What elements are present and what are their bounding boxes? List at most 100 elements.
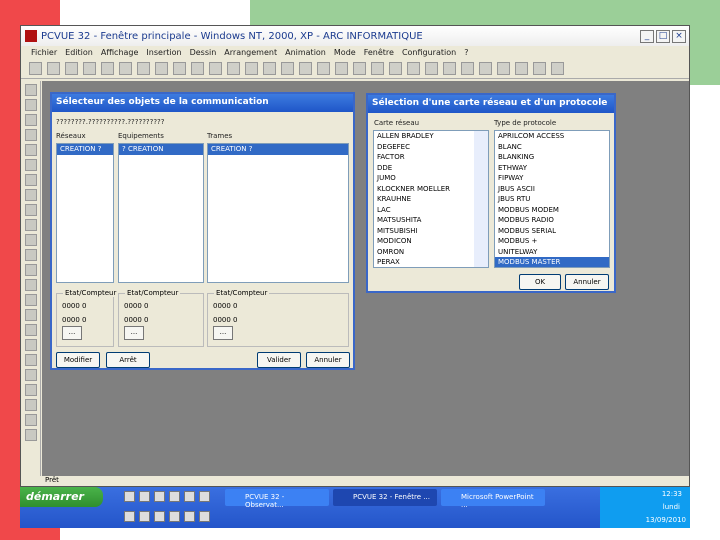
toolbar-button-icon[interactable] (551, 62, 564, 75)
toolbar-button-icon[interactable] (461, 62, 474, 75)
drawing-tool-icon[interactable] (25, 249, 37, 261)
menu-item[interactable]: Animation (285, 48, 326, 57)
list-item[interactable]: APRILCOM ACCESS (495, 131, 609, 142)
quick-launch-icon[interactable] (169, 491, 180, 502)
toolbar-button-icon[interactable] (191, 62, 204, 75)
list-item[interactable]: ALLEN BRADLEY (374, 131, 488, 142)
drawing-tool-icon[interactable] (25, 189, 37, 201)
quick-launch-icon[interactable] (154, 491, 165, 502)
list-item[interactable]: SAIA (374, 268, 488, 269)
drawing-tool-icon[interactable] (25, 84, 37, 96)
drawing-tool-icon[interactable] (25, 429, 37, 441)
close-button[interactable]: × (672, 29, 686, 43)
list-item[interactable]: OMRON (374, 247, 488, 258)
drawing-tool-icon[interactable] (25, 324, 37, 336)
toolbar-button-icon[interactable] (101, 62, 114, 75)
drawing-tool-icon[interactable] (25, 129, 37, 141)
list-item[interactable]: JBUS ASCII (495, 184, 609, 195)
taskbar-item[interactable]: PCVUE 32 - Fenêtre ... (333, 489, 437, 506)
maximize-button[interactable]: □ (656, 29, 670, 43)
list-item[interactable]: KLOCKNER MOELLER (374, 184, 488, 195)
list-item[interactable]: PERAX (374, 257, 488, 267)
quick-launch-icon[interactable] (199, 511, 210, 522)
scrollbar[interactable] (474, 131, 488, 267)
toolbar-button-icon[interactable] (47, 62, 60, 75)
menu-item[interactable]: Dessin (190, 48, 217, 57)
toolbar-button-icon[interactable] (83, 62, 96, 75)
menu-item[interactable]: Affichage (101, 48, 139, 57)
drawing-tool-icon[interactable] (25, 219, 37, 231)
drawing-tool-icon[interactable] (25, 294, 37, 306)
list-item[interactable]: MODBUS SERIAL (495, 226, 609, 237)
toolbar-button-icon[interactable] (281, 62, 294, 75)
annuler-button[interactable]: Annuler (306, 352, 350, 368)
drawing-tool-icon[interactable] (25, 234, 37, 246)
list-item[interactable]: DDE (374, 163, 488, 174)
toolbar-button-icon[interactable] (137, 62, 150, 75)
list-item[interactable]: DEGEFEC (374, 142, 488, 153)
cancel-button[interactable]: Annuler (565, 274, 609, 290)
list-item[interactable]: UNITELWAY (495, 247, 609, 258)
toolbar-button-icon[interactable] (299, 62, 312, 75)
quick-launch-icon[interactable] (184, 511, 195, 522)
taskbar-item[interactable]: Microsoft PowerPoint ... (441, 489, 545, 509)
drawing-tool-icon[interactable] (25, 279, 37, 291)
protocol-type-list[interactable]: APRILCOM ACCESS BLANC BLANKING ETHWAY FIPWAY… (494, 130, 610, 268)
toolbar-button-icon[interactable] (263, 62, 276, 75)
list-item[interactable]: CREATION ? (208, 144, 348, 155)
toolbar-button-icon[interactable] (425, 62, 438, 75)
ok-button[interactable]: OK (519, 274, 561, 290)
valider-button[interactable]: Valider (257, 352, 301, 368)
drawing-tool-icon[interactable] (25, 354, 37, 366)
toolbar-button-icon[interactable] (65, 62, 78, 75)
drawing-tool-icon[interactable] (25, 264, 37, 276)
quick-launch-icon[interactable] (184, 491, 195, 502)
list-item[interactable]: MODBUS MODEM (495, 205, 609, 216)
drawing-tool-icon[interactable] (25, 384, 37, 396)
toolbar-button-icon[interactable] (479, 62, 492, 75)
browse-button[interactable]: ... (124, 326, 144, 340)
menu-item[interactable]: Mode (334, 48, 356, 57)
toolbar-button-icon[interactable] (443, 62, 456, 75)
list-item[interactable]: MODICON (374, 236, 488, 247)
modifier-button[interactable]: Modifier (56, 352, 100, 368)
menu-item[interactable]: Fichier (31, 48, 57, 57)
browse-button[interactable]: ... (213, 326, 233, 340)
toolbar-button-icon[interactable] (371, 62, 384, 75)
drawing-tool-icon[interactable] (25, 159, 37, 171)
toolbar-button-icon[interactable] (119, 62, 132, 75)
quick-launch-icon[interactable] (169, 511, 180, 522)
toolbar-button-icon[interactable] (209, 62, 222, 75)
toolbar-button-icon[interactable] (29, 62, 42, 75)
list-item[interactable]: ETHWAY (495, 163, 609, 174)
drawing-tool-icon[interactable] (25, 204, 37, 216)
menu-item[interactable]: Arrangement (224, 48, 277, 57)
list-item[interactable]: MATSUSHITA (374, 215, 488, 226)
list-item[interactable]: FIPWAY (495, 173, 609, 184)
list-item[interactable]: JBUS RTU (495, 194, 609, 205)
toolbar-button-icon[interactable] (497, 62, 510, 75)
toolbar-button-icon[interactable] (533, 62, 546, 75)
toolbar-button-icon[interactable] (245, 62, 258, 75)
list-item[interactable]: MODBUS MASTER (495, 257, 609, 267)
menu-item[interactable]: ? (464, 48, 468, 57)
list-item[interactable]: FACTOR (374, 152, 488, 163)
toolbar-button-icon[interactable] (407, 62, 420, 75)
equipements-list[interactable]: ? CREATION (118, 143, 204, 283)
quick-launch-icon[interactable] (139, 491, 150, 502)
menu-item[interactable]: Edition (65, 48, 93, 57)
quick-launch-icon[interactable] (139, 511, 150, 522)
trames-list[interactable]: CREATION ? (207, 143, 349, 283)
menu-item[interactable]: Insertion (146, 48, 181, 57)
minimize-button[interactable]: _ (640, 29, 654, 43)
toolbar-button-icon[interactable] (335, 62, 348, 75)
toolbar-button-icon[interactable] (389, 62, 402, 75)
arret-button[interactable]: Arrêt (106, 352, 150, 368)
quick-launch-icon[interactable] (154, 511, 165, 522)
menu-item[interactable]: Fenêtre (364, 48, 394, 57)
toolbar-button-icon[interactable] (227, 62, 240, 75)
drawing-tool-icon[interactable] (25, 414, 37, 426)
list-item[interactable]: JUMO (374, 173, 488, 184)
list-item[interactable]: MODBUS SLAVE (495, 268, 609, 269)
browse-button[interactable]: ... (62, 326, 82, 340)
